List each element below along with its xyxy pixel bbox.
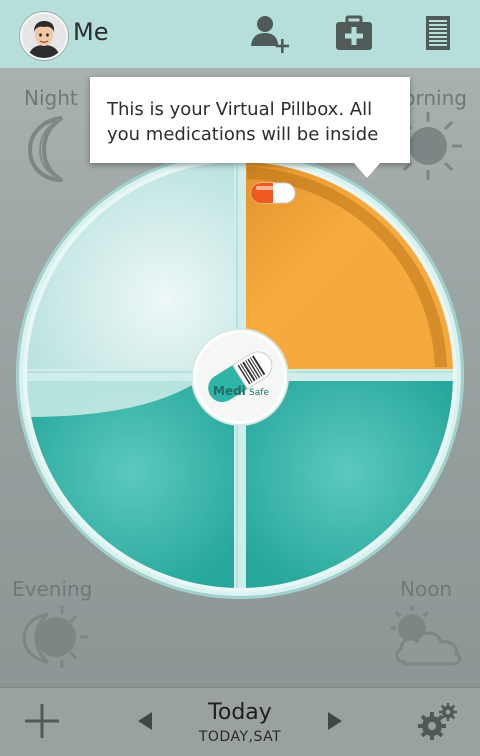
virtual-pillbox: Medi Safe <box>16 155 464 599</box>
date-subtitle: TODAY,SAT <box>198 729 282 745</box>
user-avatar-icon <box>22 14 66 58</box>
next-day-button[interactable] <box>320 706 350 736</box>
list-icon <box>426 16 450 50</box>
chevron-right-icon <box>328 712 342 730</box>
medisafe-logo[interactable]: Medi Safe <box>191 328 289 426</box>
logo-text-safe: Safe <box>249 388 269 398</box>
sunset-icon <box>22 606 88 668</box>
tooltip-text: This is your Virtual Pillbox. All you me… <box>107 99 379 145</box>
gears-icon <box>418 703 457 740</box>
add-person-icon <box>251 16 289 53</box>
top-bar: Me <box>0 0 480 68</box>
plus-icon <box>25 704 59 738</box>
previous-day-button[interactable] <box>130 706 160 736</box>
night-label: Night <box>24 86 78 110</box>
user-name[interactable]: Me <box>73 18 108 46</box>
chevron-left-icon <box>138 712 152 730</box>
tooltip-arrow <box>353 162 381 178</box>
medkit-icon <box>336 15 372 50</box>
list-button[interactable] <box>414 12 462 56</box>
medkit-button[interactable] <box>330 12 378 56</box>
avatar[interactable] <box>20 12 68 60</box>
add-person-button[interactable] <box>246 12 294 56</box>
date-title[interactable]: Today <box>190 700 290 725</box>
cloudy-sun-icon <box>391 606 462 666</box>
settings-button[interactable] <box>414 700 460 744</box>
pill-icon[interactable] <box>250 182 296 204</box>
intro-tooltip[interactable]: This is your Virtual Pillbox. All you me… <box>90 77 410 163</box>
add-button[interactable] <box>20 699 64 743</box>
logo-text-medi: Medi <box>213 384 246 398</box>
